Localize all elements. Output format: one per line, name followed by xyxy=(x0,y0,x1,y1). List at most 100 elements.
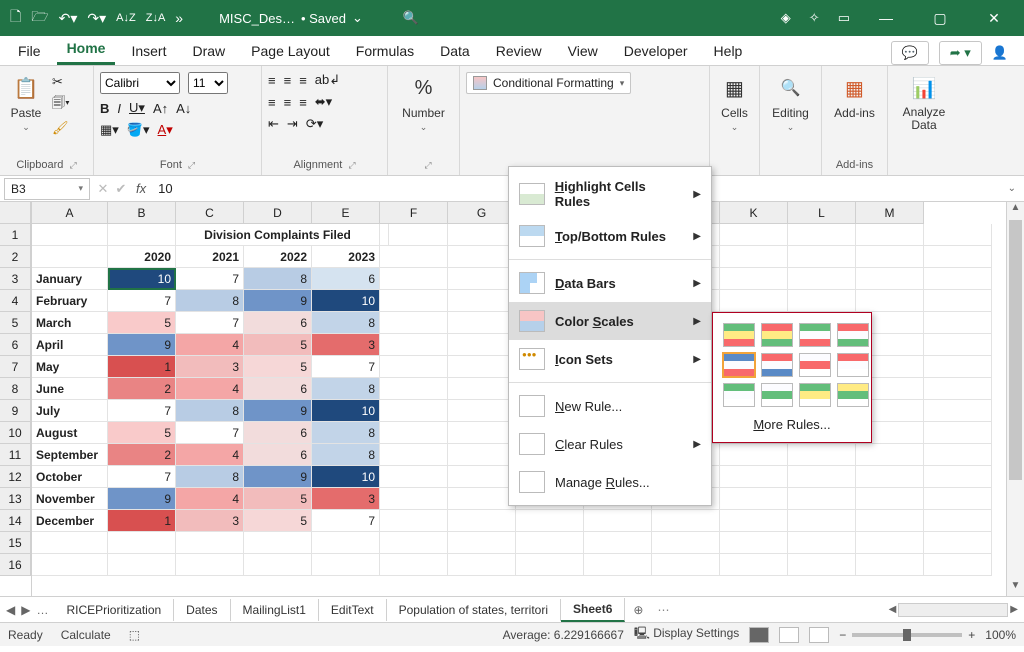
row-head[interactable]: 16 xyxy=(0,554,31,576)
normal-view-button[interactable] xyxy=(749,627,769,643)
sheet-tab[interactable]: Dates xyxy=(174,599,230,621)
data-cell[interactable]: 9 xyxy=(244,400,312,422)
data-cell[interactable]: 5 xyxy=(244,488,312,510)
data-cell[interactable]: 3 xyxy=(176,510,244,532)
add-sheet-button[interactable]: ⊕ xyxy=(625,603,651,617)
zoom-value[interactable]: 100% xyxy=(985,628,1016,642)
data-cell[interactable]: 3 xyxy=(312,334,380,356)
fx-icon[interactable]: fx xyxy=(130,181,152,196)
editing-button[interactable]: 🔍 Editing ⌄ xyxy=(768,70,813,135)
col-head[interactable]: L xyxy=(788,202,856,224)
row-head[interactable]: 15 xyxy=(0,532,31,554)
wrap-text-icon[interactable]: ab↲ xyxy=(315,72,340,88)
collapse-ribbon-icon[interactable]: 👤 xyxy=(992,45,1008,61)
diamond-icon[interactable]: ◈ xyxy=(781,10,791,26)
data-cell[interactable]: 6 xyxy=(244,312,312,334)
row-head[interactable]: 4 xyxy=(0,290,31,312)
cells-button[interactable]: ▦ Cells ⌄ xyxy=(715,70,755,135)
data-cell[interactable]: 7 xyxy=(108,290,176,312)
comments-button[interactable]: 💬 xyxy=(891,41,929,65)
tab-formulas[interactable]: Formulas xyxy=(346,37,424,65)
decrease-indent-icon[interactable]: ⇤ xyxy=(268,116,279,132)
underline-button[interactable]: U▾ xyxy=(129,100,145,116)
data-cell[interactable]: 4 xyxy=(176,488,244,510)
data-cell[interactable]: 6 xyxy=(244,378,312,400)
data-cell[interactable]: 5 xyxy=(244,510,312,532)
data-cell[interactable]: 9 xyxy=(108,334,176,356)
color-scale-swatch[interactable] xyxy=(837,323,869,347)
data-cell[interactable]: 9 xyxy=(244,466,312,488)
sheet-tab[interactable]: RICEPrioritization xyxy=(54,599,174,621)
cf-color-scales[interactable]: Color Scales▶ xyxy=(509,302,711,340)
row-head[interactable]: 1 xyxy=(0,224,31,246)
maximize-button[interactable]: ▢ xyxy=(922,10,958,27)
color-scale-swatch[interactable] xyxy=(723,323,755,347)
align-left-icon[interactable]: ≡ xyxy=(268,95,276,110)
color-scale-swatch[interactable] xyxy=(837,353,869,377)
data-cell[interactable]: 6 xyxy=(312,268,380,290)
data-cell[interactable]: 5 xyxy=(244,356,312,378)
data-cell[interactable]: 7 xyxy=(312,510,380,532)
color-scale-swatch[interactable] xyxy=(799,383,831,407)
decrease-font-icon[interactable]: A↓ xyxy=(176,101,191,116)
row-head[interactable]: 3 xyxy=(0,268,31,290)
cf-new-rule[interactable]: New Rule... xyxy=(509,387,711,425)
cf-icon-sets[interactable]: ●●●Icon Sets▶ xyxy=(509,340,711,378)
col-head[interactable]: M xyxy=(856,202,924,224)
borders-icon[interactable]: ▦▾ xyxy=(100,122,119,138)
data-cell[interactable]: 4 xyxy=(176,334,244,356)
data-cell[interactable]: 8 xyxy=(176,466,244,488)
data-cell[interactable]: 3 xyxy=(176,356,244,378)
col-head[interactable]: E xyxy=(312,202,380,224)
data-cell[interactable]: 4 xyxy=(176,378,244,400)
data-cell[interactable]: 7 xyxy=(108,400,176,422)
cf-clear-rules[interactable]: Clear Rules▶ xyxy=(509,425,711,463)
cf-manage-rules[interactable]: Manage Rules... xyxy=(509,463,711,501)
data-cell[interactable]: 8 xyxy=(176,400,244,422)
font-color-icon[interactable]: A▾ xyxy=(158,122,173,138)
data-cell[interactable]: 4 xyxy=(176,444,244,466)
tab-help[interactable]: Help xyxy=(704,37,753,65)
expand-formula-bar-icon[interactable]: ⌄ xyxy=(1008,183,1024,194)
wand-icon[interactable]: ✧ xyxy=(809,10,820,26)
data-cell[interactable]: 8 xyxy=(244,268,312,290)
sheet-tab[interactable]: MailingList1 xyxy=(231,599,319,621)
open-icon[interactable]: 🗁 xyxy=(31,6,48,30)
data-cell[interactable]: 2 xyxy=(108,444,176,466)
color-scale-swatch[interactable] xyxy=(799,323,831,347)
search-icon[interactable]: 🔍 xyxy=(403,10,419,26)
increase-indent-icon[interactable]: ⇥ xyxy=(287,116,298,132)
redo-icon[interactable]: ↷▾ xyxy=(87,10,106,27)
zoom-slider[interactable]: −+ xyxy=(839,628,975,642)
cf-data-bars[interactable]: Data Bars▶ xyxy=(509,264,711,302)
data-cell[interactable]: 9 xyxy=(244,290,312,312)
font-size-select[interactable]: 11 xyxy=(188,72,228,94)
row-head[interactable]: 5 xyxy=(0,312,31,334)
tab-file[interactable]: File xyxy=(8,37,51,65)
row-head[interactable]: 7 xyxy=(0,356,31,378)
tab-view[interactable]: View xyxy=(558,37,608,65)
new-file-icon[interactable]: 🗋 xyxy=(10,6,21,30)
sheet-tab[interactable]: Sheet6 xyxy=(561,598,625,622)
color-scale-swatch[interactable] xyxy=(761,353,793,377)
data-cell[interactable]: 7 xyxy=(176,268,244,290)
row-head[interactable]: 9 xyxy=(0,400,31,422)
tab-home[interactable]: Home xyxy=(57,34,116,65)
sheet-nav-next-icon[interactable]: ▶ xyxy=(21,603,30,617)
row-head[interactable]: 14 xyxy=(0,510,31,532)
font-launcher-icon[interactable]: ⤢ xyxy=(188,160,195,171)
analyze-data-button[interactable]: 📊 Analyze Data xyxy=(894,70,954,134)
save-caret-icon[interactable]: ⌄ xyxy=(352,10,363,26)
clipboard-launcher-icon[interactable]: ⤢ xyxy=(69,160,76,171)
row-head[interactable]: 11 xyxy=(0,444,31,466)
sort-desc-icon[interactable]: Z↓A xyxy=(146,12,166,24)
color-scale-swatch[interactable] xyxy=(761,323,793,347)
tab-developer[interactable]: Developer xyxy=(614,37,698,65)
data-cell[interactable]: 7 xyxy=(312,356,380,378)
data-cell[interactable]: 2 xyxy=(108,378,176,400)
paste-button[interactable]: 📋 Paste ⌄ xyxy=(6,70,46,135)
color-scale-swatch[interactable] xyxy=(723,383,755,407)
close-button[interactable]: ✕ xyxy=(976,10,1012,27)
col-head[interactable]: K xyxy=(720,202,788,224)
data-cell[interactable]: 7 xyxy=(108,466,176,488)
